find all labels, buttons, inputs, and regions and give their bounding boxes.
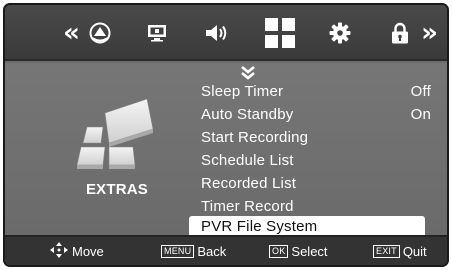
chevron-double-left-icon[interactable]: « (57, 5, 83, 61)
dpad-arrows-icon (49, 241, 69, 262)
picture-icon[interactable] (87, 5, 113, 61)
bottom-help-bar: Move MENU Back OK Select EXIT Quit (5, 235, 447, 265)
menu-item-start-recording[interactable]: Start Recording (189, 127, 425, 149)
hint-back: MENU Back (161, 237, 226, 265)
menu-item-auto-standby[interactable]: Auto Standby On (189, 104, 431, 126)
hint-select: OK Select (269, 237, 328, 265)
menu-item-label: Timer Record (201, 198, 294, 215)
screen-icon[interactable] (145, 5, 169, 61)
menu-item-recorded-list[interactable]: Recorded List (189, 173, 425, 195)
top-menu-bar: « » (5, 5, 447, 61)
menu-item-label: Auto Standby (201, 106, 294, 123)
menu-item-sleep-timer[interactable]: Sleep Timer Off (189, 81, 431, 103)
menu-item-label: PVR File System (201, 218, 318, 235)
hint-select-label: Select (291, 243, 328, 259)
category-title: EXTRAS (85, 181, 149, 198)
extras-category-icon (75, 98, 159, 180)
ok-key-badge: OK (269, 244, 289, 258)
hint-move: Move (49, 237, 104, 265)
menu-content-area: EXTRAS Sleep Timer Off Auto Standby On S… (5, 63, 447, 239)
hint-back-label: Back (197, 243, 227, 259)
gear-icon[interactable] (327, 5, 353, 61)
hint-quit: EXIT Quit (373, 237, 427, 265)
exit-key-badge: EXIT (373, 244, 400, 258)
menu-item-schedule-list[interactable]: Schedule List (189, 150, 425, 172)
chevron-double-right-icon[interactable]: » (415, 5, 441, 61)
menu-item-label: Start Recording (201, 129, 309, 146)
menu-item-label: Recorded List (201, 175, 297, 192)
menu-item-value: On (410, 106, 431, 123)
lock-icon[interactable] (389, 5, 411, 61)
menu-item-label: Sleep Timer (201, 83, 284, 100)
menu-item-value: Off (410, 83, 431, 100)
tv-menu-frame: « » EXTRAS Sleep Timer Off Auto Standby … (3, 3, 449, 267)
menu-item-timer-record[interactable]: Timer Record (189, 196, 425, 218)
hint-move-label: Move (72, 243, 104, 259)
hint-quit-label: Quit (402, 243, 427, 259)
menu-key-badge: MENU (161, 244, 195, 258)
speaker-icon[interactable] (204, 5, 230, 61)
menu-item-label: Schedule List (201, 152, 294, 169)
extras-grid-icon[interactable] (260, 5, 300, 61)
